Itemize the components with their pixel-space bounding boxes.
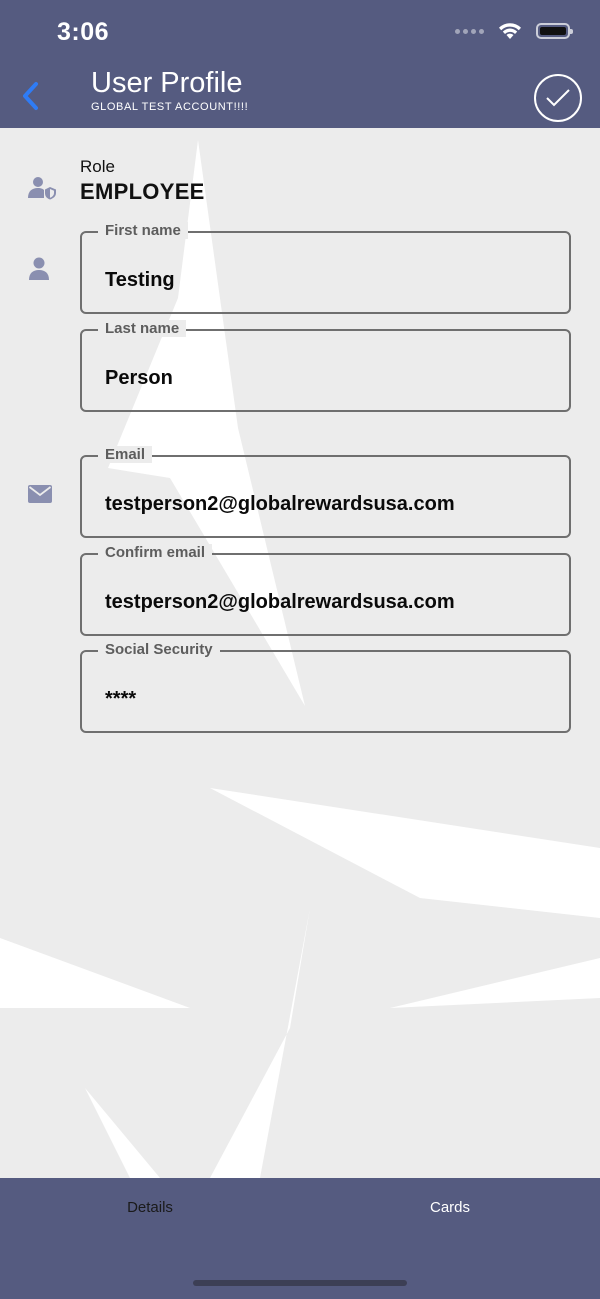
battery-icon — [536, 23, 573, 39]
email-label: Email — [98, 446, 153, 463]
envelope-icon — [28, 485, 52, 503]
tab-details[interactable]: Details — [0, 1199, 300, 1216]
role-value: EMPLOYEE — [80, 179, 205, 204]
status-icons — [455, 22, 573, 40]
first-name-field[interactable]: First name Testing — [80, 222, 571, 314]
save-button[interactable] — [534, 74, 582, 122]
email-field[interactable]: Email testperson2@globalrewardsusa.com — [80, 446, 571, 538]
status-bar: 3:06 — [0, 0, 600, 64]
last-name-label: Last name — [98, 320, 187, 337]
app-header: 3:06 User Profile GLOBAL TEST ACCOUNT!!!… — [0, 0, 600, 128]
user-icon — [29, 257, 49, 280]
status-time: 3:06 — [57, 18, 110, 46]
signal-icon — [455, 28, 484, 34]
home-indicator — [193, 1280, 407, 1286]
confirm-email-field[interactable]: Confirm email testperson2@globalrewardsu… — [80, 544, 571, 636]
wifi-icon — [499, 23, 521, 39]
social-security-label: Social Security — [98, 641, 220, 658]
email-value: testperson2@globalrewardsusa.com — [105, 493, 455, 515]
role-label: Role — [80, 157, 115, 176]
user-shield-icon — [28, 177, 56, 200]
confirm-email-label: Confirm email — [98, 544, 213, 561]
tab-bar: Details Cards — [0, 1178, 600, 1299]
check-icon — [546, 89, 570, 107]
last-name-value: Person — [105, 367, 173, 389]
confirm-email-value: testperson2@globalrewardsusa.com — [105, 591, 455, 613]
page-subtitle: GLOBAL TEST ACCOUNT!!!! — [91, 101, 249, 113]
page-title: User Profile — [91, 67, 243, 99]
last-name-field[interactable]: Last name Person — [80, 320, 571, 412]
social-security-field[interactable]: Social Security **** — [80, 641, 571, 733]
first-name-label: First name — [98, 222, 188, 239]
header-title-block: User Profile GLOBAL TEST ACCOUNT!!!! — [91, 67, 248, 113]
social-security-value: **** — [105, 688, 137, 710]
tab-cards[interactable]: Cards — [300, 1199, 600, 1216]
first-name-value: Testing — [105, 269, 175, 291]
back-button[interactable] — [12, 76, 48, 116]
chevron-left-icon — [23, 82, 38, 110]
